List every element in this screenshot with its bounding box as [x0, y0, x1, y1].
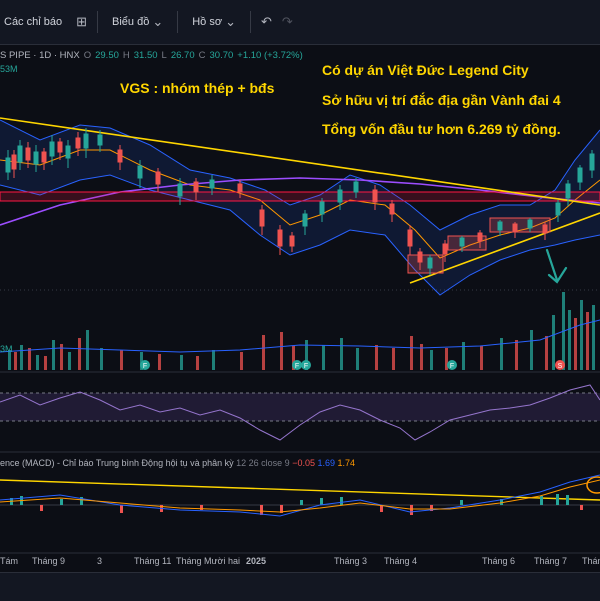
svg-text:F: F: [143, 363, 147, 370]
dividend-marker[interactable]: F: [140, 360, 150, 370]
time-axis-label: Tháng 7: [534, 556, 568, 566]
volume-legend: 3M: [0, 344, 13, 354]
dividend-marker[interactable]: F: [292, 360, 302, 370]
svg-text:F: F: [450, 363, 454, 370]
arrow-down-icon: [545, 248, 568, 284]
time-axis-label: Tháng 9: [32, 556, 66, 566]
macd-title[interactable]: ence (MACD) - Chỉ báo Trung bình Động hộ…: [0, 458, 234, 468]
macd-highlight-circle: [586, 476, 600, 494]
time-axis-label: 2025: [246, 556, 267, 566]
macd-hist-value: −0.05: [292, 458, 315, 468]
annotation-line-2: Sở hữu vị trí đắc địa gần Vành đai 4: [322, 92, 561, 108]
signal-line: [0, 479, 600, 513]
time-axis-label: 3: [97, 556, 103, 566]
time-axis-label: Tháng 4: [384, 556, 418, 566]
dividend-marker[interactable]: F: [301, 360, 311, 370]
annotation-group: VGS : nhóm thép + bđs: [120, 80, 275, 96]
resistance-zone: [0, 191, 600, 202]
time-axis-label: Tháng: [582, 556, 600, 566]
time-axis-label: Tháng 6: [482, 556, 516, 566]
time-axis-label: Tháng Mười hai: [176, 556, 240, 566]
annotation-line-3: Tổng vốn đầu tư hơn 6.269 tỷ đồng.: [322, 121, 561, 137]
svg-text:F: F: [295, 363, 299, 370]
dividend-marker[interactable]: F: [447, 360, 457, 370]
svg-text:F: F: [304, 363, 308, 370]
volume-histogram: [0, 292, 600, 370]
split-marker[interactable]: S: [555, 360, 565, 370]
macd-legend: ence (MACD) - Chỉ báo Trung bình Động hộ…: [0, 458, 355, 468]
rsi-band: [0, 393, 600, 421]
annotation-line-1: Có dự án Việt Đức Legend City: [322, 62, 529, 78]
macd-value: 1.69: [317, 458, 336, 468]
time-axis-label: Tháng 3: [334, 556, 368, 566]
macd-trend-line: [0, 479, 600, 501]
time-axis-label: Tháng 11: [134, 556, 172, 566]
signal-value: 1.74: [337, 458, 356, 468]
svg-text:S: S: [558, 363, 563, 370]
bollinger-band-fill: [0, 120, 600, 295]
time-axis-label: Tám: [0, 556, 18, 566]
accumulation-box: [407, 254, 444, 274]
macd-params: 12 26 close 9: [236, 458, 290, 468]
bottom-bar: [0, 572, 600, 601]
time-axis[interactable]: Tám Tháng 9 3 Tháng 11 Tháng Mười hai 20…: [0, 556, 600, 570]
chart-canvas[interactable]: F F F F S: [0, 0, 600, 572]
